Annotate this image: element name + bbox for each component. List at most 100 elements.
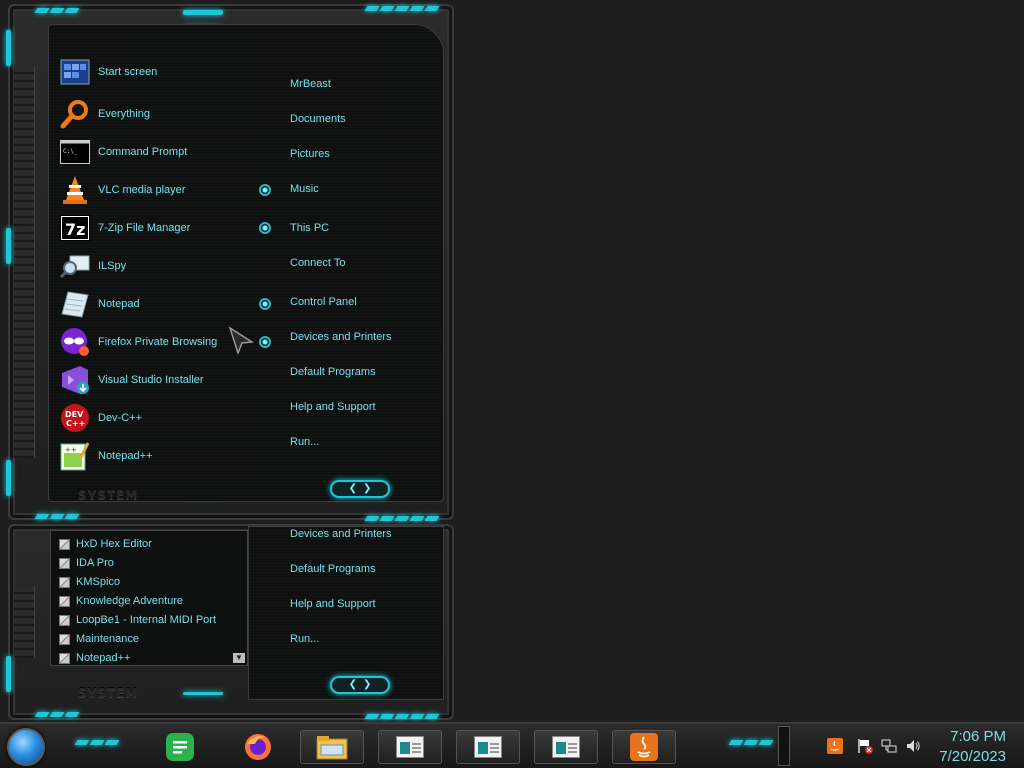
- program-icon: [59, 557, 70, 569]
- program-label: KMSpico: [76, 576, 121, 588]
- link-run[interactable]: Run...: [290, 633, 319, 645]
- start-button[interactable]: [7, 728, 45, 766]
- page-nav-control[interactable]: ❮ ❯: [330, 480, 390, 498]
- link-help-and-support[interactable]: Help and Support: [290, 598, 376, 610]
- notepad-icon: [60, 289, 90, 319]
- show-desktop-divider[interactable]: [778, 726, 790, 766]
- frame-glow-bottom-left: [34, 514, 80, 519]
- pinned-item-start-screen[interactable]: Start screen: [60, 56, 280, 88]
- program-label: LoopBe1 - Internal MIDI Port: [76, 614, 217, 626]
- link-help-and-support[interactable]: Help and Support: [290, 401, 376, 413]
- link-music[interactable]: Music: [290, 183, 319, 195]
- link-devices-and-printers[interactable]: Devices and Printers: [290, 331, 392, 343]
- network-icon[interactable]: [880, 737, 898, 755]
- program-label: Maintenance: [76, 633, 139, 645]
- taskbar-window-1[interactable]: [378, 730, 442, 764]
- taskbar-glow-left: [74, 740, 120, 745]
- frame-glow-left-4: [6, 656, 11, 692]
- taskbar-window-2[interactable]: [456, 730, 520, 764]
- taskbar-app-feedly[interactable]: [160, 730, 200, 764]
- link-pictures[interactable]: Pictures: [290, 148, 330, 160]
- window-thumbnail: [474, 736, 502, 758]
- pinned-item-label: Notepad: [98, 298, 140, 310]
- jumplist-arrow-icon[interactable]: [259, 222, 271, 234]
- program-icon: [59, 633, 70, 645]
- taskbar-app-firefox[interactable]: [238, 730, 278, 764]
- pinned-item-vlc[interactable]: VLC media player: [60, 174, 280, 206]
- pinned-item-label: 7-Zip File Manager: [98, 222, 191, 234]
- taskbar-app-java[interactable]: [612, 730, 676, 764]
- java-icon: [630, 733, 658, 761]
- vlc-cone-icon: [60, 175, 90, 205]
- link-this-pc[interactable]: This PC: [290, 222, 329, 234]
- link-devices-and-printers[interactable]: Devices and Printers: [290, 528, 392, 540]
- pinned-item-command-prompt[interactable]: C:\_ Command Prompt: [60, 136, 280, 168]
- 7zip-icon: 7z: [60, 213, 90, 243]
- frame-glow-left-2: [6, 228, 11, 264]
- clock-time: 7:06 PM: [950, 728, 1006, 745]
- program-item[interactable]: Notepad++: [59, 649, 130, 667]
- taskbar-clock[interactable]: 7:06 PM 7/20/2023: [939, 727, 1006, 767]
- program-label: Knowledge Adventure: [76, 595, 184, 607]
- scroll-down-icon[interactable]: ▼: [233, 653, 245, 663]
- previous-arrow-icon[interactable]: ❮: [349, 680, 357, 690]
- window-thumbnail: [552, 736, 580, 758]
- all-programs-list[interactable]: HxD Hex Editor IDA Pro KMSpico Knowledge…: [50, 530, 248, 666]
- program-item[interactable]: IDA Pro: [59, 554, 114, 572]
- jumplist-arrow-icon[interactable]: [259, 336, 271, 348]
- frame-glow-bottom-right: [364, 516, 440, 521]
- program-icon: [59, 538, 70, 550]
- pinned-item-notepad[interactable]: Notepad: [60, 288, 280, 320]
- magnifier-icon: [60, 99, 90, 129]
- firefox-private-icon: [60, 327, 90, 357]
- frame-glow-top-left: [34, 8, 80, 13]
- next-arrow-icon[interactable]: ❯: [363, 680, 371, 690]
- link-default-programs[interactable]: Default Programs: [290, 563, 376, 575]
- svg-text:C:\_: C:\_: [63, 148, 78, 155]
- program-item[interactable]: HxD Hex Editor: [59, 535, 152, 553]
- program-item[interactable]: LoopBe1 - Internal MIDI Port: [59, 611, 216, 629]
- frame-glow-bottom-left-2: [34, 712, 80, 717]
- volume-icon[interactable]: [904, 737, 922, 755]
- jumplist-arrow-icon[interactable]: [259, 298, 271, 310]
- mouse-cursor-icon: [228, 326, 254, 354]
- page-nav-control[interactable]: ❮ ❯: [330, 676, 390, 694]
- notepadpp-icon: ++: [60, 441, 90, 471]
- pinned-item-label: Dev-C++: [98, 412, 143, 424]
- pinned-item-label: Notepad++: [98, 450, 153, 462]
- program-icon: [59, 614, 70, 626]
- link-connect-to[interactable]: Connect To: [290, 257, 345, 269]
- program-label: Notepad++: [76, 652, 131, 664]
- java-tray-icon[interactable]: [826, 737, 844, 755]
- pinned-item-label: Command Prompt: [98, 146, 188, 158]
- system-label: SYSTEM: [78, 488, 139, 502]
- next-arrow-icon[interactable]: ❯: [363, 484, 371, 494]
- ilspy-icon: [60, 251, 90, 281]
- taskbar-window-3[interactable]: [534, 730, 598, 764]
- link-control-panel[interactable]: Control Panel: [290, 296, 357, 308]
- jumplist-arrow-icon[interactable]: [259, 184, 271, 196]
- link-documents[interactable]: Documents: [290, 113, 346, 125]
- pinned-item-label: Visual Studio Installer: [98, 374, 204, 386]
- program-item[interactable]: KMSpico: [59, 573, 120, 591]
- pinned-item-vs-installer[interactable]: Visual Studio Installer: [60, 364, 280, 396]
- pinned-item-everything[interactable]: Everything: [60, 98, 280, 130]
- previous-arrow-icon[interactable]: ❮: [349, 484, 357, 494]
- link-default-programs[interactable]: Default Programs: [290, 366, 376, 378]
- link-run[interactable]: Run...: [290, 436, 319, 448]
- frame-glow-bottom-right-2: [364, 714, 440, 719]
- pinned-item-devcpp[interactable]: DEV C++ Dev-C++: [60, 402, 280, 434]
- frame-glow-left-3: [6, 460, 11, 496]
- taskbar-app-file-explorer[interactable]: [300, 730, 364, 764]
- program-item[interactable]: Maintenance: [59, 630, 139, 648]
- program-item[interactable]: Knowledge Adventure: [59, 592, 183, 610]
- pinned-item-ilspy[interactable]: ILSpy: [60, 250, 280, 282]
- pinned-item-label: Firefox Private Browsing: [98, 336, 218, 348]
- visual-studio-icon: [60, 365, 90, 395]
- pinned-item-notepadpp[interactable]: ++ Notepad++: [60, 440, 280, 472]
- link-user-folder[interactable]: MrBeast: [290, 78, 331, 90]
- pinned-item-7zip[interactable]: 7z 7-Zip File Manager: [60, 212, 280, 244]
- action-center-flag-icon[interactable]: [856, 737, 874, 755]
- pinned-item-label: Everything: [98, 108, 150, 120]
- program-label: IDA Pro: [76, 557, 114, 569]
